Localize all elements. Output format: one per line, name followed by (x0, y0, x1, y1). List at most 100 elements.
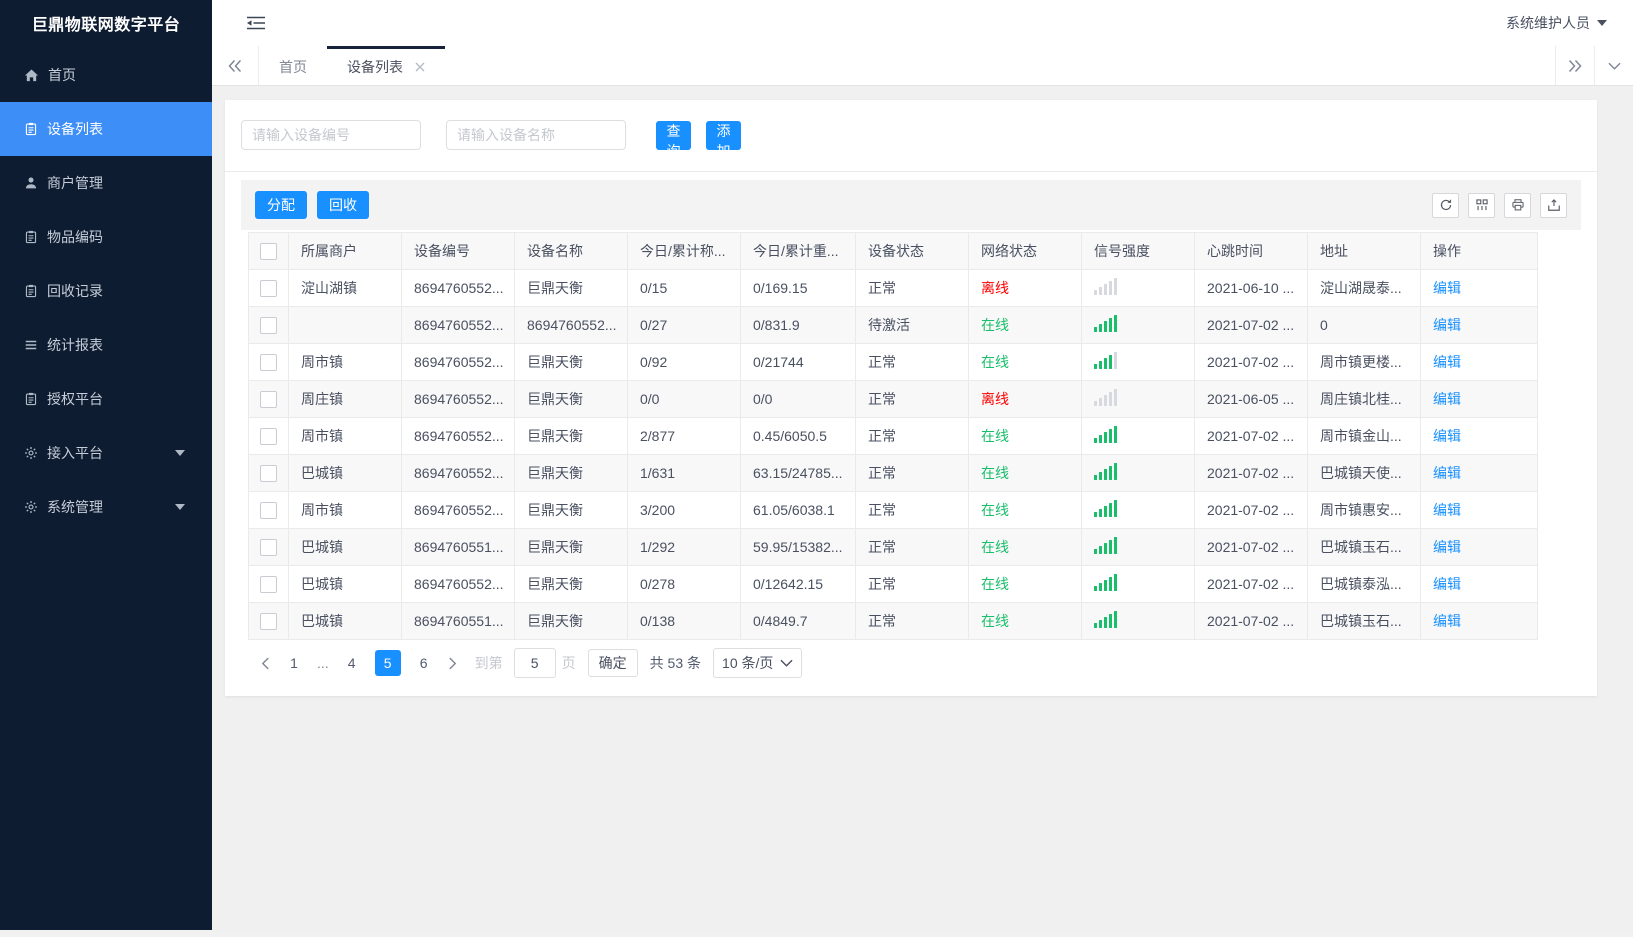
cell-heartbeat: 2021-07-02 ... (1194, 602, 1308, 640)
cell-device_no: 8694760552... (401, 417, 515, 455)
column-header-today_weight: 今日/累计重... (740, 232, 856, 270)
assign-button[interactable]: 分配 (255, 191, 307, 219)
row-checkbox[interactable] (260, 279, 277, 297)
cell-merchant: 周市镇 (288, 491, 402, 529)
cell-today_weight: 0/0 (740, 380, 856, 418)
cell-device_name: 8694760552... (514, 306, 628, 344)
network-status-text: 在线 (981, 428, 1009, 444)
sidebar-item-recycle-record[interactable]: 回收记录 (0, 264, 212, 318)
divider (225, 171, 1597, 172)
cell-today_weight: 0/21744 (740, 343, 856, 381)
user-menu[interactable]: 系统维护人员 (1506, 13, 1607, 33)
tab-device-list[interactable]: 设备列表 (327, 46, 445, 85)
cell-address: 巴城镇天使... (1307, 454, 1421, 492)
sidebar-item-item-code[interactable]: 物品编码 (0, 210, 212, 264)
edit-link[interactable]: 编辑 (1433, 576, 1461, 592)
columns-button[interactable] (1468, 192, 1495, 218)
edit-link[interactable]: 编辑 (1433, 539, 1461, 555)
sidebar-item-home[interactable]: 首页 (0, 48, 212, 102)
device-name-input[interactable] (446, 120, 626, 150)
row-checkbox[interactable] (260, 612, 277, 630)
edit-link[interactable]: 编辑 (1433, 613, 1461, 629)
table-row: 周市镇 8694760552... 巨鼎天衡 3/200 61.05/6038.1 正常在… (248, 491, 1538, 529)
goto-page-input[interactable] (513, 648, 556, 678)
edit-link[interactable]: 编辑 (1433, 354, 1461, 370)
signal-strength-icon (1094, 426, 1117, 443)
device-no-input[interactable] (241, 120, 421, 150)
row-checkbox[interactable] (260, 575, 277, 593)
row-checkbox[interactable] (260, 353, 277, 371)
row-checkbox[interactable] (260, 501, 277, 519)
edit-link[interactable]: 编辑 (1433, 391, 1461, 407)
cell-merchant: 淀山湖镇 (288, 269, 402, 307)
sidebar-item-merchant-mgmt[interactable]: 商户管理 (0, 156, 212, 210)
cell-device_no: 8694760552... (401, 565, 515, 603)
sidebar-item-access-platform[interactable]: 接入平台 (0, 426, 212, 480)
prev-page-button[interactable] (255, 657, 276, 670)
cell-today_weight: 0/169.15 (740, 269, 856, 307)
row-checkbox[interactable] (260, 316, 277, 334)
refresh-icon (1439, 198, 1453, 212)
cell-device_name: 巨鼎天衡 (514, 269, 628, 307)
tab-list: 首页 设备列表 (259, 46, 445, 85)
doc-icon (24, 392, 38, 406)
query-button[interactable]: 查询 (656, 120, 691, 159)
cell-action: 编辑 (1420, 380, 1538, 418)
cell-device_status: 正常 (855, 602, 969, 640)
row-checkbox[interactable] (260, 538, 277, 556)
gear-icon (24, 500, 38, 514)
tabs-menu-button[interactable] (1594, 46, 1633, 85)
edit-link[interactable]: 编辑 (1433, 280, 1461, 296)
sidebar-collapse-icon[interactable] (246, 15, 266, 31)
edit-link[interactable]: 编辑 (1433, 428, 1461, 444)
signal-strength-icon (1094, 389, 1117, 406)
sidebar-item-auth-platform[interactable]: 授权平台 (0, 372, 212, 426)
app-title: 巨鼎物联网数字平台 (31, 17, 181, 34)
goto-confirm-button[interactable]: 确定 (587, 649, 638, 677)
recycle-button[interactable]: 回收 (317, 191, 369, 219)
signal-strength-icon (1094, 278, 1117, 295)
page-4[interactable]: 4 (339, 650, 365, 676)
page-6[interactable]: 6 (411, 650, 437, 676)
edit-link[interactable]: 编辑 (1433, 465, 1461, 481)
cell-action: 编辑 (1420, 491, 1538, 529)
close-icon[interactable] (415, 62, 425, 72)
cell-device_name: 巨鼎天衡 (514, 380, 628, 418)
signal-strength-icon (1094, 574, 1117, 591)
network-status-text: 在线 (981, 317, 1009, 333)
cell-checkbox (248, 602, 289, 640)
edit-link[interactable]: 编辑 (1433, 502, 1461, 518)
refresh-button[interactable] (1432, 192, 1459, 218)
page-1[interactable]: 1 (281, 650, 307, 676)
sidebar-item-stats-report[interactable]: 统计报表 (0, 318, 212, 372)
tab-bar: 首页 设备列表 (212, 46, 1633, 86)
cell-signal (1081, 602, 1195, 640)
cell-checkbox (248, 343, 289, 381)
add-button[interactable]: 添加 (706, 120, 741, 159)
doc-icon (24, 122, 38, 136)
network-status-text: 在线 (981, 354, 1009, 370)
page-size-select[interactable]: 10 条/页 (713, 648, 803, 678)
row-checkbox[interactable] (260, 390, 277, 408)
cell-checkbox (248, 269, 289, 307)
table-header-row: 所属商户 设备编号 设备名称 今日/累计称... 今日/累计重... 设备状态 网络状态 信号… (248, 232, 1538, 270)
tabs-scroll-right-button[interactable] (1555, 46, 1594, 85)
cell-today_count: 3/200 (627, 491, 741, 529)
sidebar-item-device-list[interactable]: 设备列表 (0, 102, 212, 156)
row-checkbox[interactable] (260, 464, 277, 482)
next-page-button[interactable] (442, 657, 463, 670)
row-checkbox[interactable] (260, 427, 277, 445)
print-button[interactable] (1504, 192, 1531, 218)
sidebar-item-system-mgmt[interactable]: 系统管理 (0, 480, 212, 534)
export-button[interactable] (1540, 192, 1567, 218)
cell-network_status: 在线 (968, 306, 1082, 344)
column-header-device_name: 设备名称 (514, 232, 628, 270)
page-unit-label: 页 (561, 655, 576, 671)
page-5[interactable]: 5 (374, 650, 401, 676)
select-all-checkbox[interactable] (260, 242, 277, 260)
user-label: 系统维护人员 (1506, 15, 1590, 31)
chevron-down-icon (1607, 62, 1621, 70)
edit-link[interactable]: 编辑 (1433, 317, 1461, 333)
tabs-scroll-left-button[interactable] (212, 46, 259, 85)
tab-home[interactable]: 首页 (259, 46, 327, 85)
